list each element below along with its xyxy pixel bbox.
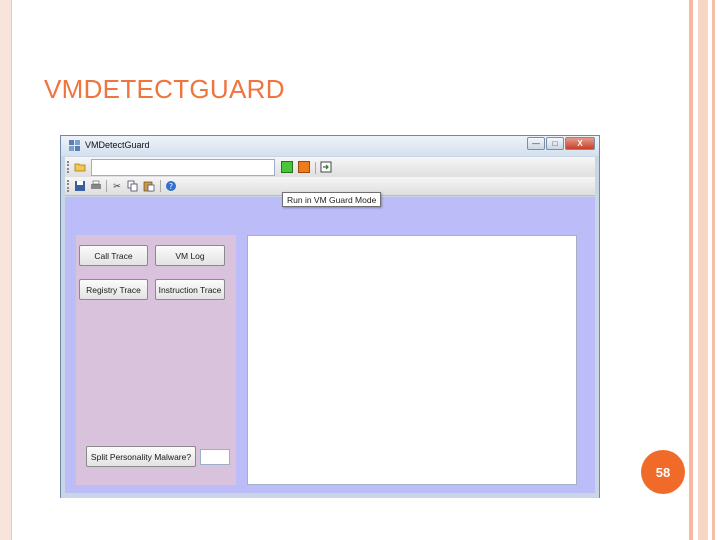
client-area: Call Trace VM Log Registry Trace Instruc…	[65, 197, 595, 493]
app-window: VMDetectGuard — □ X ✂ ? Call Trace VM Lo…	[60, 135, 600, 498]
toolbar-separator	[315, 162, 316, 174]
toolbar-separator	[106, 180, 107, 192]
copy-icon[interactable]	[127, 180, 139, 192]
svg-text:?: ?	[169, 182, 173, 191]
toolbar-top	[65, 157, 595, 179]
window-title: VMDetectGuard	[85, 140, 150, 150]
window-controls: — □ X	[526, 137, 595, 151]
slide-title: VMDETECTGUARD	[44, 74, 285, 104]
stop-button[interactable]	[298, 161, 310, 173]
toolbar-grip[interactable]	[67, 161, 69, 173]
toolbar-separator	[160, 180, 161, 192]
close-button[interactable]: X	[565, 137, 595, 150]
page-number: 58	[641, 450, 685, 494]
save-icon[interactable]	[74, 180, 86, 192]
slide-right-stripe	[698, 0, 708, 540]
minimize-button[interactable]: —	[527, 137, 545, 150]
tooltip: Run in VM Guard Mode	[282, 192, 382, 207]
vm-log-button[interactable]: VM Log	[155, 245, 225, 266]
open-folder-icon[interactable]	[74, 161, 86, 173]
window-bottom-border	[61, 493, 599, 498]
print-icon[interactable]	[90, 180, 102, 192]
file-path-input[interactable]	[91, 159, 275, 176]
export-icon[interactable]	[320, 161, 332, 173]
instruction-trace-button[interactable]: Instruction Trace	[155, 279, 225, 300]
run-vm-guard-button[interactable]	[281, 161, 293, 173]
slide-right-stripe	[689, 0, 693, 540]
cut-icon[interactable]: ✂	[111, 180, 123, 192]
maximize-button[interactable]: □	[546, 137, 564, 150]
app-icon	[69, 140, 80, 151]
registry-trace-button[interactable]: Registry Trace	[79, 279, 148, 300]
output-textbox[interactable]	[247, 235, 577, 485]
paste-icon[interactable]	[143, 180, 155, 192]
slide-left-border	[0, 0, 12, 540]
result-field[interactable]	[200, 449, 230, 465]
toolbar-grip[interactable]	[67, 180, 69, 192]
split-personality-button[interactable]: Split Personality Malware?	[86, 446, 196, 467]
help-icon[interactable]: ?	[165, 180, 177, 192]
title-bar[interactable]: VMDetectGuard — □ X	[61, 136, 599, 156]
slide-right-stripe	[712, 0, 715, 540]
control-panel: Call Trace VM Log Registry Trace Instruc…	[76, 235, 236, 485]
call-trace-button[interactable]: Call Trace	[79, 245, 148, 266]
